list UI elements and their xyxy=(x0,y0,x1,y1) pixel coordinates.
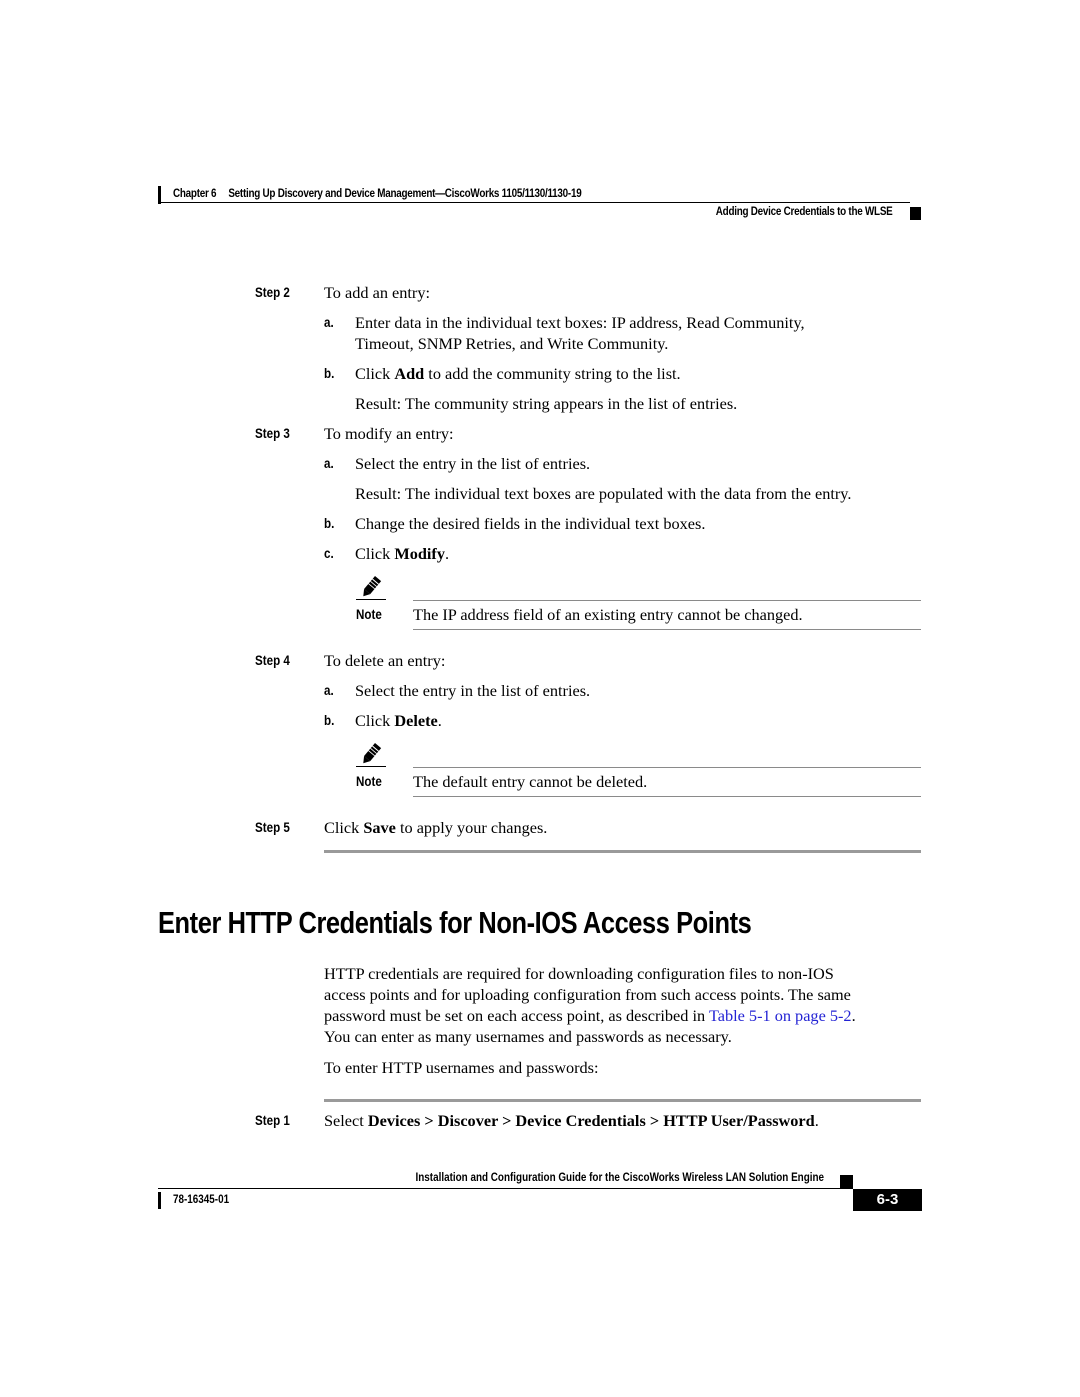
step-label: Step 1 xyxy=(255,1113,290,1128)
header-marker-square xyxy=(910,207,921,220)
substep-text: Click Add to add the community string to… xyxy=(355,363,681,384)
substep-line: Timeout, SNMP Retries, and Write Communi… xyxy=(355,334,669,353)
note-label: Note xyxy=(356,607,382,622)
text-run: . xyxy=(851,1006,856,1025)
section-heading: Enter HTTP Credentials for Non-IOS Acces… xyxy=(158,905,752,940)
text-run: Select xyxy=(324,1111,368,1130)
substep-text: Click Modify. xyxy=(355,543,449,564)
text-run: Click xyxy=(355,544,395,563)
step-text: To modify an entry: xyxy=(324,424,454,443)
text-run: password must be set on each access poin… xyxy=(324,1006,709,1025)
text-run: Click xyxy=(355,364,395,383)
text-run: . xyxy=(814,1111,819,1130)
running-header-section: Adding Device Credentials to the WLSE xyxy=(716,206,893,218)
step-text: To add an entry: xyxy=(324,283,431,302)
procedure-lead-in: To enter HTTP usernames and passwords: xyxy=(324,1058,599,1077)
cross-reference-link[interactable]: Table 5-1 on page 5-2 xyxy=(709,1006,852,1025)
text-run: Click xyxy=(355,711,395,730)
step-label: Step 2 xyxy=(255,285,290,300)
text-run: Click xyxy=(324,818,364,837)
step-label: Step 5 xyxy=(255,820,290,835)
pencil-note-icon xyxy=(363,743,382,764)
step-text: Click Save to apply your changes. xyxy=(324,817,547,838)
note-top-rule xyxy=(413,600,921,601)
substep-letter: b. xyxy=(324,516,335,531)
paragraph-line: HTTP credentials are required for downlo… xyxy=(324,964,834,983)
substep-text: Select the entry in the list of entries. xyxy=(355,681,591,700)
paragraph-line: You can enter as many usernames and pass… xyxy=(324,1027,732,1046)
footer-doc-number: 78-16345-01 xyxy=(173,1194,230,1206)
note-icon-underline xyxy=(356,599,386,600)
note-label: Note xyxy=(356,774,382,789)
step-label: Step 3 xyxy=(255,426,290,441)
substep-text: Enter data in the individual text boxes:… xyxy=(355,312,805,354)
paragraph-line: access points and for uploading configur… xyxy=(324,985,851,1004)
footer-marker-square xyxy=(840,1175,853,1189)
note-top-rule xyxy=(413,767,921,768)
note-bottom-rule xyxy=(413,796,921,797)
chapter-title: Setting Up Discovery and Device Manageme… xyxy=(228,188,582,200)
step-label: Step 4 xyxy=(255,653,290,668)
substep-letter: b. xyxy=(324,366,335,381)
substep-text: Click Delete. xyxy=(355,710,442,731)
ui-label-delete: Delete xyxy=(394,711,438,730)
text-run: to add the community string to the list. xyxy=(424,364,681,383)
menu-path: Devices > Discover > Device Credentials … xyxy=(367,1111,815,1130)
text-run: . xyxy=(445,544,450,563)
result-text: Result: The individual text boxes are po… xyxy=(355,484,852,503)
step-text: Select Devices > Discover > Device Crede… xyxy=(324,1110,819,1131)
pencil-note-icon xyxy=(363,576,382,597)
page-number: 6-3 xyxy=(853,1189,922,1211)
ui-label-add: Add xyxy=(394,364,425,383)
footer-book-title: Installation and Configuration Guide for… xyxy=(415,1172,824,1184)
ui-label-modify: Modify xyxy=(394,544,445,563)
substep-letter: b. xyxy=(324,713,335,728)
substep-text: Select the entry in the list of entries. xyxy=(355,454,591,473)
substep-line: Enter data in the individual text boxes:… xyxy=(355,313,805,332)
text-run: to apply your changes. xyxy=(395,818,548,837)
header-rule xyxy=(158,202,910,203)
step-text: To delete an entry: xyxy=(324,651,446,670)
substep-letter: a. xyxy=(324,315,334,330)
footer-left-bar xyxy=(158,1192,161,1209)
paragraph-line: password must be set on each access poin… xyxy=(324,1005,856,1026)
note-text: The default entry cannot be deleted. xyxy=(413,772,648,791)
substep-letter: a. xyxy=(324,683,334,698)
result-text: Result: The community string appears in … xyxy=(355,394,738,413)
note-icon-underline xyxy=(356,766,386,767)
ui-label-save: Save xyxy=(363,818,396,837)
note-bottom-rule xyxy=(413,629,921,630)
note-text: The IP address field of an existing entr… xyxy=(413,605,803,624)
intro-paragraph: HTTP credentials are required for downlo… xyxy=(324,963,856,1047)
substep-text: Change the desired fields in the individ… xyxy=(355,514,706,533)
substep-letter: a. xyxy=(324,456,334,471)
procedure-start-rule xyxy=(324,1099,921,1102)
running-header-chapter: Chapter 6 Setting Up Discovery and Device… xyxy=(173,188,582,200)
chapter-number: Chapter 6 xyxy=(173,188,217,200)
text-run: . xyxy=(437,711,442,730)
substep-letter: c. xyxy=(324,546,334,561)
footer-rule xyxy=(158,1188,852,1189)
procedure-end-rule xyxy=(324,850,921,853)
